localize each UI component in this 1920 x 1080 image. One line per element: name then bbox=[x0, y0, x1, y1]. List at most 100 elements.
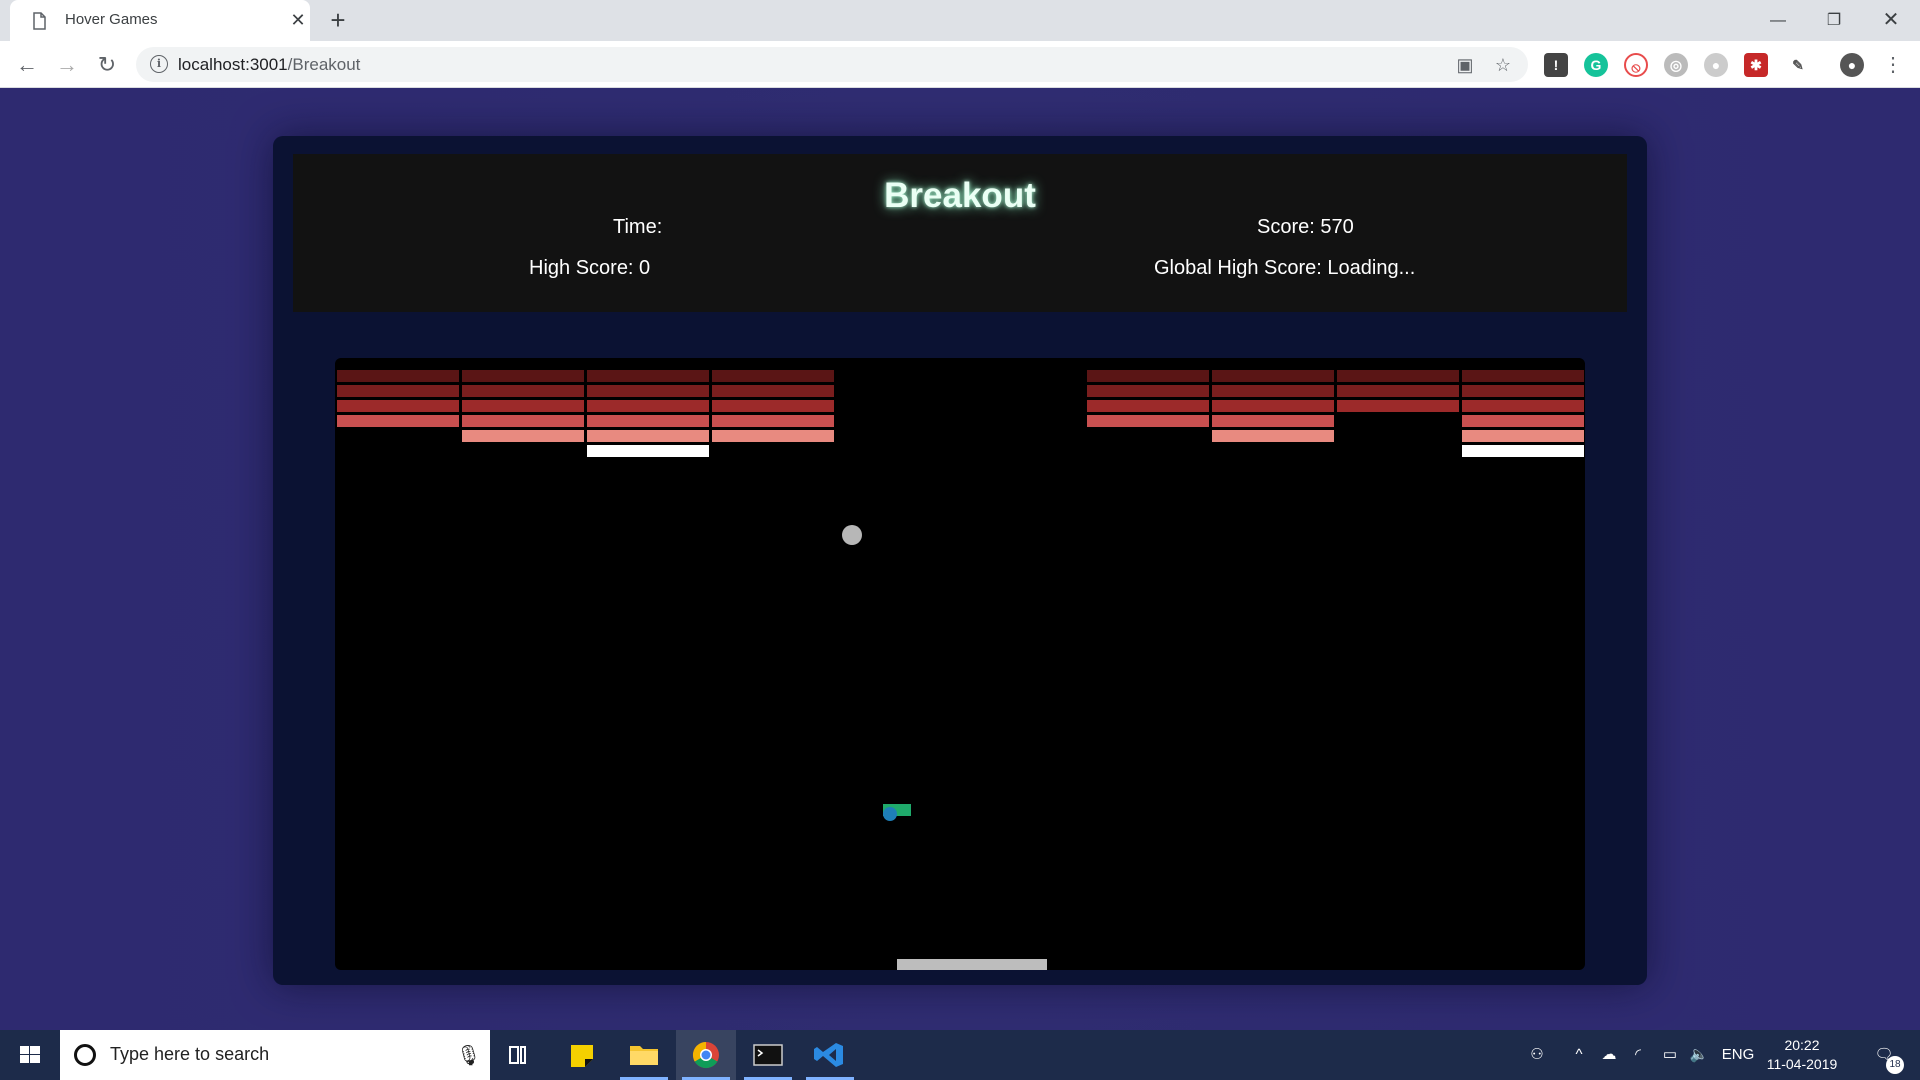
brick bbox=[462, 370, 584, 382]
extension-lightbulb-icon[interactable]: ! bbox=[1544, 53, 1568, 77]
brick bbox=[1462, 400, 1584, 412]
search-placeholder: Type here to search bbox=[110, 1044, 270, 1064]
brick bbox=[337, 370, 459, 382]
brick bbox=[1337, 400, 1459, 412]
brick bbox=[1462, 430, 1584, 442]
chrome-icon bbox=[692, 1041, 719, 1069]
brick bbox=[1337, 385, 1459, 397]
extension-circle-icon[interactable]: ● bbox=[1704, 53, 1728, 77]
brick bbox=[1212, 400, 1334, 412]
brick bbox=[1212, 370, 1334, 382]
game-header: Breakout Time: Score: 570 High Score: 0 … bbox=[293, 154, 1627, 312]
blocked-popup-icon[interactable]: ▣ bbox=[1454, 54, 1476, 76]
clock-date: 11-04-2019 bbox=[1766, 1056, 1838, 1072]
brick bbox=[1087, 400, 1209, 412]
task-view-icon bbox=[509, 1046, 526, 1064]
extension-blocked-icon[interactable]: ⦸ bbox=[1624, 53, 1648, 77]
brick bbox=[1212, 385, 1334, 397]
browser-tab-strip: Hover Games ✕ + — ❐ ✕ bbox=[0, 0, 1920, 41]
file-explorer-app[interactable] bbox=[614, 1030, 674, 1080]
global-high-score-display: Global High Score: Loading... bbox=[1154, 257, 1416, 279]
brick bbox=[712, 385, 834, 397]
tray-chevron-icon[interactable]: ^ bbox=[1568, 1030, 1590, 1080]
close-window-button[interactable]: ✕ bbox=[1862, 0, 1920, 41]
brick bbox=[587, 445, 709, 457]
brick bbox=[1462, 415, 1584, 427]
folder-icon bbox=[630, 1046, 658, 1065]
sticky-notes-icon bbox=[571, 1045, 593, 1067]
sticky-notes-app[interactable] bbox=[552, 1030, 612, 1080]
game-board[interactable] bbox=[335, 358, 1585, 970]
brick bbox=[1212, 415, 1334, 427]
wifi-icon[interactable]: ◜ bbox=[1626, 1030, 1650, 1080]
restore-button[interactable]: ❐ bbox=[1805, 0, 1863, 41]
brick bbox=[712, 400, 834, 412]
terminal-app[interactable] bbox=[738, 1030, 798, 1080]
info-icon[interactable]: i bbox=[150, 55, 168, 73]
brick bbox=[712, 430, 834, 442]
brick bbox=[1462, 385, 1584, 397]
back-icon[interactable]: ← bbox=[12, 50, 42, 80]
brick bbox=[1087, 415, 1209, 427]
brick bbox=[1462, 370, 1584, 382]
minimize-button[interactable]: — bbox=[1749, 0, 1807, 41]
browser-tab[interactable]: Hover Games ✕ bbox=[10, 0, 310, 41]
people-icon[interactable]: ⚇ bbox=[1522, 1030, 1552, 1080]
new-tab-button[interactable]: + bbox=[325, 7, 351, 33]
paddle[interactable] bbox=[897, 959, 1047, 970]
brick bbox=[712, 415, 834, 427]
address-bar[interactable]: i localhost:3001/Breakout ▣ ☆ bbox=[136, 47, 1528, 82]
ball bbox=[842, 525, 862, 545]
score-display: Score: 570 bbox=[1257, 216, 1354, 238]
tab-title: Hover Games bbox=[65, 11, 158, 28]
brick bbox=[587, 430, 709, 442]
taskbar-search-box[interactable]: Type here to search 🎙 bbox=[60, 1030, 490, 1080]
brick bbox=[587, 370, 709, 382]
battery-icon[interactable]: ▭ bbox=[1658, 1030, 1682, 1080]
page-background: Breakout Time: Score: 570 High Score: 0 … bbox=[0, 88, 1920, 1030]
start-button[interactable] bbox=[0, 1030, 60, 1080]
reload-icon[interactable]: ↻ bbox=[92, 50, 122, 80]
game-container: Breakout Time: Score: 570 High Score: 0 … bbox=[273, 136, 1647, 985]
brick bbox=[1212, 430, 1334, 442]
profile-avatar[interactable]: ● bbox=[1840, 53, 1864, 77]
brick bbox=[462, 415, 584, 427]
action-center-button[interactable]: 🗨 18 bbox=[1864, 1030, 1904, 1080]
brick bbox=[462, 385, 584, 397]
task-view-button[interactable] bbox=[490, 1030, 550, 1080]
cortana-icon bbox=[74, 1044, 96, 1066]
brick bbox=[712, 370, 834, 382]
clock[interactable]: 20:22 11-04-2019 bbox=[1762, 1036, 1842, 1074]
close-tab-icon[interactable]: ✕ bbox=[288, 10, 308, 30]
url-text[interactable]: localhost:3001/Breakout bbox=[178, 55, 360, 75]
onedrive-icon[interactable]: ☁ bbox=[1596, 1030, 1622, 1080]
extension-globe-icon[interactable]: ◎ bbox=[1664, 53, 1688, 77]
language-indicator[interactable]: ENG bbox=[1718, 1030, 1758, 1080]
extension-pen-icon[interactable]: ✎ bbox=[1786, 53, 1810, 77]
bookmark-star-icon[interactable]: ☆ bbox=[1492, 54, 1514, 76]
powerup-dot bbox=[883, 807, 897, 821]
grammarly-extension-icon[interactable]: G bbox=[1584, 53, 1608, 77]
chrome-app[interactable] bbox=[676, 1030, 736, 1080]
terminal-icon bbox=[753, 1044, 783, 1066]
brick bbox=[587, 415, 709, 427]
game-title: Breakout bbox=[884, 176, 1036, 215]
high-score-display: High Score: 0 bbox=[529, 257, 651, 279]
brick bbox=[462, 430, 584, 442]
brick bbox=[1462, 445, 1584, 457]
brick bbox=[337, 400, 459, 412]
vscode-icon bbox=[814, 1043, 843, 1067]
menu-kebab-icon[interactable]: ⋮ bbox=[1878, 50, 1908, 80]
brick bbox=[587, 385, 709, 397]
vscode-app[interactable] bbox=[800, 1030, 860, 1080]
volume-icon[interactable]: 🔈 bbox=[1686, 1030, 1712, 1080]
page-icon bbox=[33, 12, 46, 30]
brick bbox=[587, 400, 709, 412]
brick bbox=[1087, 370, 1209, 382]
forward-icon[interactable]: → bbox=[52, 50, 82, 80]
extension-puzzle-icon[interactable]: ✱ bbox=[1744, 53, 1768, 77]
clock-time: 20:22 bbox=[1784, 1037, 1820, 1053]
microphone-icon[interactable]: 🎙 bbox=[456, 1043, 481, 1067]
brick bbox=[337, 385, 459, 397]
notification-count-badge: 18 bbox=[1886, 1056, 1904, 1074]
